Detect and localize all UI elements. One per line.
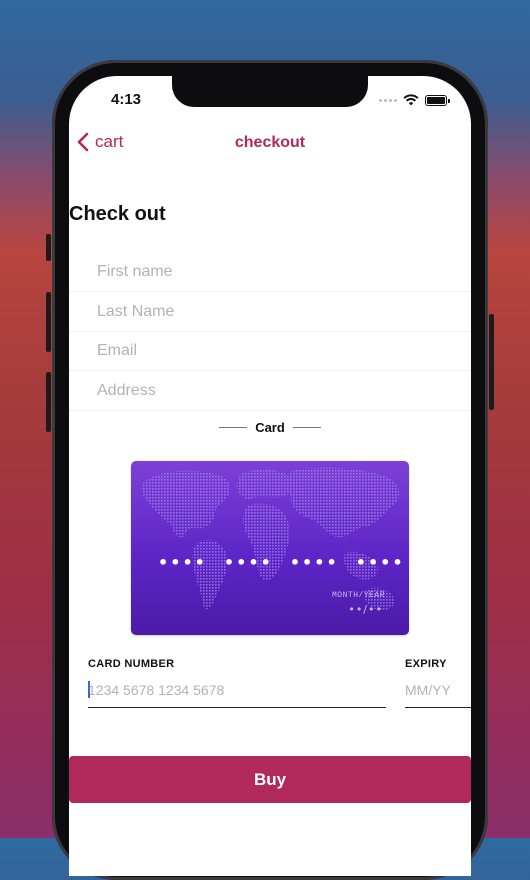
expiry-input[interactable] [405,676,471,704]
signal-dots-icon [379,98,397,102]
buy-button[interactable]: Buy [69,756,471,803]
first-name-input[interactable] [97,253,467,291]
card-number-group: •••• [355,553,405,572]
card-number-group: •••• [223,553,273,572]
notch [172,76,368,107]
nav-title: checkout [234,134,306,151]
last-name-field[interactable] [69,293,471,332]
expiry-field[interactable] [405,676,471,708]
card-number-input[interactable] [88,676,386,704]
expiry-label: EXPIRY [405,658,447,670]
text-caret [88,681,90,698]
divider [219,427,248,428]
card-number-mask: •••• •••• •••• •••• [158,553,405,572]
card-number-group: •••• [158,553,207,572]
status-time: 4:13 [111,91,142,108]
volume-up-button [46,292,51,352]
wifi-icon [403,94,419,106]
card-expiry-value: ••/•• [348,603,383,616]
address-input[interactable] [97,372,467,410]
card-expiry-label: MONTH/YEAR [331,591,385,600]
first-name-field[interactable] [69,253,471,292]
card-section-title: Card [255,420,285,435]
email-input[interactable] [97,332,467,370]
page-title: Check out [69,203,166,225]
divider [292,427,321,428]
card-number-field[interactable] [88,676,386,708]
mute-switch [46,234,51,261]
card-number-label: CARD NUMBER [88,658,175,670]
power-button [489,314,494,410]
card-section-header: Card [69,420,471,435]
volume-down-button [46,372,51,432]
credit-card-preview: •••• •••• •••• •••• MONTH/YEAR ••/•• [131,461,409,635]
card-number-group: •••• [289,553,339,572]
last-name-input[interactable] [97,293,467,331]
status-icons [379,94,450,106]
email-field[interactable] [69,332,471,371]
app-screen: 4:13 cart checkout Check out Card [69,76,471,876]
address-field[interactable] [69,372,471,411]
battery-icon [425,94,450,106]
